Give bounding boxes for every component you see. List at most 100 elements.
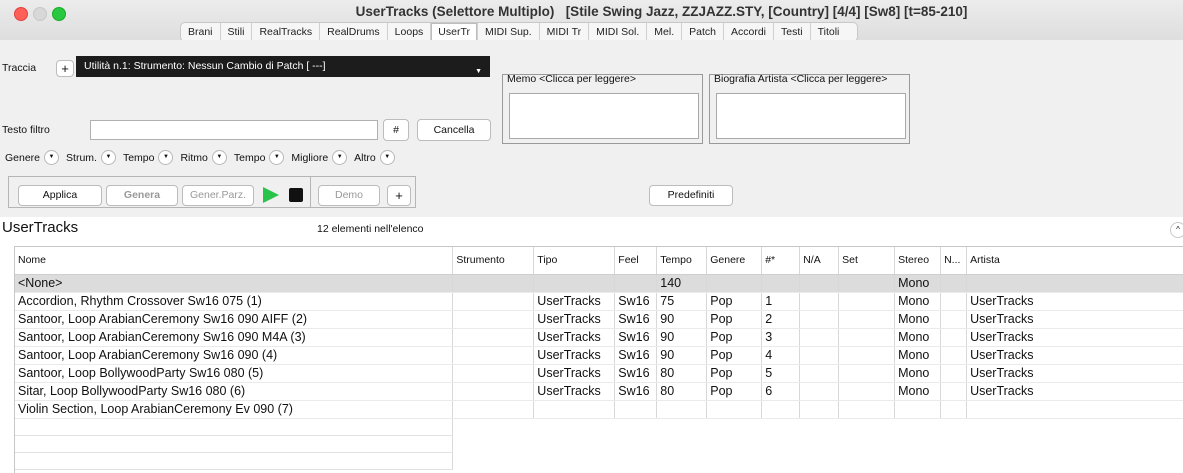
table-row[interactable]: Accordion, Rhythm Crossover Sw16 075 (1)… bbox=[15, 292, 1183, 311]
tab-accordi[interactable]: Accordi bbox=[724, 23, 774, 41]
table-cell bbox=[799, 292, 840, 311]
table-cell: 90 bbox=[656, 346, 708, 365]
column-header[interactable]: Genere bbox=[706, 247, 763, 275]
column-header[interactable]: Nome bbox=[15, 247, 454, 275]
dropdown-tempo-2[interactable]: Tempo ▼ bbox=[123, 150, 174, 165]
tab-stili[interactable]: Stili bbox=[221, 23, 253, 41]
column-header[interactable]: #* bbox=[761, 247, 801, 275]
tab-realdrums[interactable]: RealDrums bbox=[320, 23, 388, 41]
table-cell bbox=[533, 274, 616, 293]
tab-mel[interactable]: Mel. bbox=[647, 23, 683, 41]
column-header[interactable]: Set bbox=[838, 247, 896, 275]
tab-titoli[interactable]: Titoli bbox=[811, 23, 858, 41]
dropdown-tempo-4[interactable]: Tempo ▼ bbox=[234, 150, 285, 165]
tab-testi[interactable]: Testi bbox=[774, 23, 811, 41]
table-cell: Sw16 bbox=[614, 292, 658, 311]
table-cell bbox=[966, 400, 1183, 419]
table-cell: Mono bbox=[894, 364, 942, 383]
stop-icon[interactable] bbox=[289, 188, 303, 202]
table-cell: Santoor, Loop BollywoodParty Sw16 080 (5… bbox=[15, 364, 454, 383]
table-cell: 140 bbox=[656, 274, 708, 293]
clear-filter-button[interactable]: Cancella bbox=[417, 119, 491, 141]
demo-add-button[interactable]: + bbox=[387, 185, 411, 206]
column-header[interactable]: N... bbox=[940, 247, 968, 275]
tab-loops[interactable]: Loops bbox=[388, 23, 432, 41]
column-header[interactable]: Tempo bbox=[656, 247, 708, 275]
chevron-down-icon: ▼ bbox=[158, 150, 174, 165]
table-row[interactable]: Santoor, Loop BollywoodParty Sw16 080 (5… bbox=[15, 364, 1183, 383]
filter-dropdown-row: Genere ▼ Strum. ▼ Tempo ▼ Ritmo ▼ Tempo ▼ Migliore… bbox=[5, 150, 402, 165]
table-cell bbox=[761, 400, 801, 419]
generate-partial-button[interactable]: Gener.Parz. bbox=[182, 185, 254, 206]
track-select[interactable]: Utilità n.1: Strumento: Nessun Cambio di… bbox=[76, 56, 490, 77]
add-track-button[interactable]: + bbox=[56, 60, 74, 77]
usertracks-window: UserTracks (Selettore Multiplo) [Stile S… bbox=[0, 0, 1183, 473]
table-cell: Sw16 bbox=[614, 328, 658, 347]
tab-midi-sol[interactable]: MIDI Sol. bbox=[589, 23, 648, 41]
table-cell: UserTracks bbox=[966, 346, 1183, 365]
demo-button[interactable]: Demo bbox=[318, 185, 380, 206]
memo-panel[interactable]: Memo <Clicca per leggere> bbox=[502, 73, 703, 144]
table-cell: Mono bbox=[894, 274, 942, 293]
tab-usertr[interactable]: UserTr bbox=[431, 23, 478, 41]
table-cell: UserTracks bbox=[533, 382, 616, 401]
table-row[interactable]: Violin Section, Loop ArabianCeremony Ev … bbox=[15, 400, 1183, 419]
play-icon[interactable] bbox=[263, 187, 279, 203]
generate-button[interactable]: Genera bbox=[106, 185, 178, 206]
table-cell bbox=[15, 435, 454, 453]
dropdown-altro-6[interactable]: Altro ▼ bbox=[354, 150, 395, 165]
dropdown-migliore-5[interactable]: Migliore ▼ bbox=[291, 150, 348, 165]
table-cell bbox=[838, 274, 896, 293]
table-cell bbox=[838, 328, 896, 347]
chevron-down-icon: ▼ bbox=[269, 150, 285, 165]
column-header[interactable]: Artista bbox=[966, 247, 1183, 275]
table-row[interactable]: <None> 140 Mono bbox=[15, 274, 1183, 293]
table-cell: 75 bbox=[656, 292, 708, 311]
table-cell: Sw16 bbox=[614, 364, 658, 383]
table-cell: 3 bbox=[761, 328, 801, 347]
tab-realtracks[interactable]: RealTracks bbox=[252, 23, 321, 41]
table-row[interactable]: Santoor, Loop ArabianCeremony Sw16 090 M… bbox=[15, 328, 1183, 347]
dropdown-ritmo-3[interactable]: Ritmo ▼ bbox=[180, 150, 227, 165]
table-cell: UserTracks bbox=[533, 346, 616, 365]
table-cell: Sw16 bbox=[614, 346, 658, 365]
tab-midi-sup[interactable]: MIDI Sup. bbox=[478, 23, 540, 41]
table-cell: Violin Section, Loop ArabianCeremony Ev … bbox=[15, 400, 454, 419]
column-header[interactable]: Tipo bbox=[533, 247, 616, 275]
chevron-down-icon: ▼ bbox=[332, 150, 348, 165]
dropdown-genere-0[interactable]: Genere ▼ bbox=[5, 150, 60, 165]
table-row[interactable]: Sitar, Loop BollywoodParty Sw16 080 (6) U… bbox=[15, 382, 1183, 401]
table-cell bbox=[452, 346, 535, 365]
hash-button[interactable]: # bbox=[383, 119, 409, 141]
apply-button[interactable]: Applica bbox=[18, 185, 102, 206]
table-cell: Santoor, Loop ArabianCeremony Sw16 090 A… bbox=[15, 310, 454, 329]
table-cell: Mono bbox=[894, 328, 942, 347]
column-header[interactable]: Stereo bbox=[894, 247, 942, 275]
track-label: Traccia bbox=[2, 62, 37, 74]
table-cell: 90 bbox=[656, 310, 708, 329]
table-row[interactable]: Santoor, Loop ArabianCeremony Sw16 090 A… bbox=[15, 310, 1183, 329]
tab-midi-tr[interactable]: MIDI Tr bbox=[540, 23, 590, 41]
bio-panel[interactable]: Biografia Artista <Clicca per leggere> bbox=[709, 73, 910, 144]
chevron-up-icon[interactable]: ^ bbox=[1170, 222, 1183, 238]
filter-input[interactable] bbox=[90, 120, 378, 140]
dropdown-strum-1[interactable]: Strum. ▼ bbox=[66, 150, 116, 165]
table-cell bbox=[799, 364, 840, 383]
defaults-button[interactable]: Predefiniti bbox=[649, 185, 733, 206]
column-header[interactable]: N/A bbox=[799, 247, 840, 275]
table-cell: UserTracks bbox=[533, 310, 616, 329]
table-cell bbox=[838, 346, 896, 365]
column-header[interactable]: Feel bbox=[614, 247, 658, 275]
table-cell: Pop bbox=[706, 310, 763, 329]
table-row[interactable]: Santoor, Loop ArabianCeremony Sw16 090 (… bbox=[15, 346, 1183, 365]
table-cell: Pop bbox=[706, 292, 763, 311]
tab-patch[interactable]: Patch bbox=[682, 23, 724, 41]
dropdown-label: Strum. bbox=[66, 151, 97, 164]
table-cell: Mono bbox=[894, 292, 942, 311]
table-cell bbox=[452, 274, 535, 293]
column-header[interactable]: Strumento bbox=[452, 247, 535, 275]
tab-brani[interactable]: Brani bbox=[181, 23, 221, 41]
table-cell: UserTracks bbox=[533, 328, 616, 347]
table-cell bbox=[799, 328, 840, 347]
list-header-bar bbox=[0, 217, 1183, 237]
